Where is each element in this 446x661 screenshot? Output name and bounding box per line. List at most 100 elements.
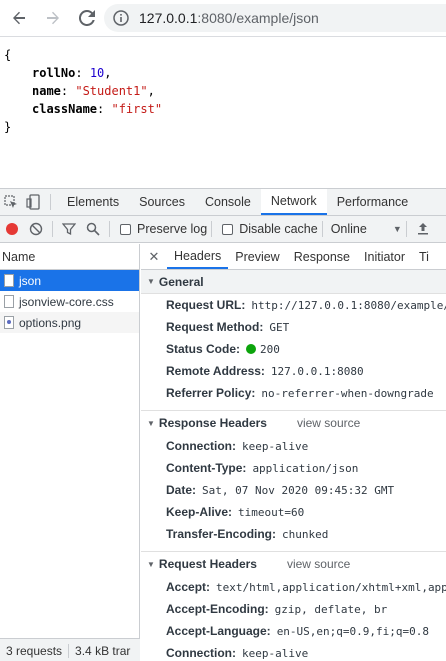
request-list: Name json jsonview-core.css options.png … (0, 244, 140, 661)
close-icon[interactable]: ✕ (141, 244, 167, 269)
request-count: 3 requests (6, 643, 63, 658)
json-comma: , (104, 66, 112, 80)
divider (211, 221, 213, 237)
tab-headers[interactable]: Headers (167, 244, 229, 269)
upload-icon (417, 223, 428, 235)
tab-performance[interactable]: Performance (327, 189, 419, 215)
json-key: rollNo (32, 66, 76, 80)
filter-button[interactable] (57, 217, 81, 241)
disable-cache-label: Disable cache (239, 222, 318, 236)
forward-arrow-icon[interactable] (42, 7, 64, 29)
info-icon[interactable] (113, 10, 129, 26)
request-headers-section: ▼ Request Headers view source Accept: text/… (141, 551, 446, 661)
url-text: 127.0.0.1:8080/example/json (139, 10, 319, 26)
tab-response[interactable]: Response (287, 244, 357, 269)
list-item[interactable]: options.png (0, 312, 139, 333)
checkbox-box[interactable] (222, 223, 234, 235)
json-field: name: "Student1", (32, 84, 155, 98)
preserve-log-label: Preserve log (137, 222, 208, 236)
record-button[interactable] (0, 217, 24, 241)
request-name: options.png (19, 315, 82, 330)
header-row: Connection: keep-alive (141, 642, 446, 661)
request-headers-header[interactable]: ▼ Request Headers view source (141, 552, 446, 576)
header-key: Accept-Encoding: (166, 602, 269, 616)
header-value: Sat, 07 Nov 2020 09:45:32 GMT (202, 483, 395, 497)
json-value: 10 (89, 66, 105, 80)
tab-preview[interactable]: Preview (228, 244, 286, 269)
document-icon (4, 295, 14, 308)
image-icon (4, 316, 14, 329)
tab-network[interactable]: Network (260, 189, 327, 215)
inspect-element-icon[interactable] (0, 189, 22, 215)
header-row: Keep-Alive: timeout=60 (141, 501, 446, 523)
section-title: Request Headers (158, 557, 257, 571)
tab-initiator[interactable]: Initiator (357, 244, 412, 269)
header-key: Keep-Alive: (166, 505, 233, 519)
triangle-down-icon: ▼ (147, 418, 155, 428)
header-value: text/html,application/xhtml+xml,applicat… (216, 580, 446, 594)
section-title: Response Headers (158, 416, 267, 430)
back-arrow-icon[interactable] (8, 7, 30, 29)
json-open-brace: { (4, 48, 12, 62)
search-icon (86, 222, 100, 236)
json-field: className: "first" (32, 102, 163, 116)
devtools-panel: Elements Sources Console Network Perform… (0, 188, 446, 661)
list-item[interactable]: jsonview-core.css (0, 291, 139, 312)
list-item[interactable]: json (0, 270, 139, 291)
record-icon (6, 223, 18, 235)
header-key: Connection: (166, 646, 236, 660)
view-source-link[interactable]: view source (287, 557, 350, 571)
request-name: jsonview-core.css (19, 294, 114, 309)
header-value: GET (269, 320, 290, 334)
header-key: Status Code: (166, 342, 241, 356)
divider (50, 194, 51, 210)
search-button[interactable] (81, 217, 105, 241)
tab-sources[interactable]: Sources (129, 189, 195, 215)
header-key: Request URL: (166, 298, 246, 312)
checkbox-box[interactable] (120, 223, 131, 235)
address-bar[interactable]: 127.0.0.1:8080/example/json (104, 4, 446, 32)
header-value: en-US,en;q=0.9,fi;q=0.8 (276, 624, 430, 638)
response-headers-section: ▼ Response Headers view source Connection:… (141, 410, 446, 545)
response-headers-header[interactable]: ▼ Response Headers view source (141, 411, 446, 435)
header-row: Remote Address: 127.0.0.1:8080 (141, 360, 446, 382)
header-key: Referrer Policy: (166, 386, 256, 400)
import-har-button[interactable] (411, 217, 435, 241)
header-value: timeout=60 (238, 505, 305, 519)
device-toolbar-icon[interactable] (22, 189, 44, 215)
detail-tabbar: ✕ Headers Preview Response Initiator Ti (141, 244, 446, 270)
divider (109, 221, 110, 237)
filter-icon (62, 223, 76, 236)
name-column-header[interactable]: Name (0, 244, 139, 270)
header-key: Accept: (166, 580, 211, 594)
header-key: Connection: (166, 439, 236, 453)
view-source-link[interactable]: view source (297, 416, 360, 430)
reload-icon[interactable] (76, 7, 98, 29)
header-key: Accept-Language: (166, 624, 271, 638)
header-value: application/json (252, 461, 359, 475)
general-section-header[interactable]: ▼ General (141, 270, 446, 294)
divider (321, 221, 323, 237)
tab-console[interactable]: Console (195, 189, 261, 215)
clear-button[interactable] (24, 217, 48, 241)
tab-elements[interactable]: Elements (57, 189, 129, 215)
header-value: 200 (260, 342, 280, 356)
header-value: keep-alive (242, 439, 309, 453)
header-value: gzip, deflate, br (274, 602, 388, 616)
throttling-select[interactable]: Online ▼ (331, 222, 402, 236)
divider (405, 221, 407, 237)
network-toolbar: Preserve log Disable cache Online ▼ (0, 216, 446, 243)
devtools-tabbar: Elements Sources Console Network Perform… (0, 189, 446, 216)
header-value: keep-alive (242, 646, 309, 660)
json-value: "first" (111, 102, 163, 116)
divider (52, 221, 53, 237)
disable-cache-checkbox[interactable]: Disable cache (222, 222, 318, 236)
header-row: Transfer-Encoding: chunked (141, 523, 446, 545)
header-row: Content-Type: application/json (141, 457, 446, 479)
preserve-log-checkbox[interactable]: Preserve log (120, 222, 207, 236)
json-value: "Student1" (75, 84, 148, 98)
header-key: Content-Type: (166, 461, 247, 475)
header-row: Referrer Policy: no-referrer-when-downgra… (141, 382, 446, 404)
tab-timing[interactable]: Ti (412, 244, 436, 269)
header-key: Request Method: (166, 320, 264, 334)
